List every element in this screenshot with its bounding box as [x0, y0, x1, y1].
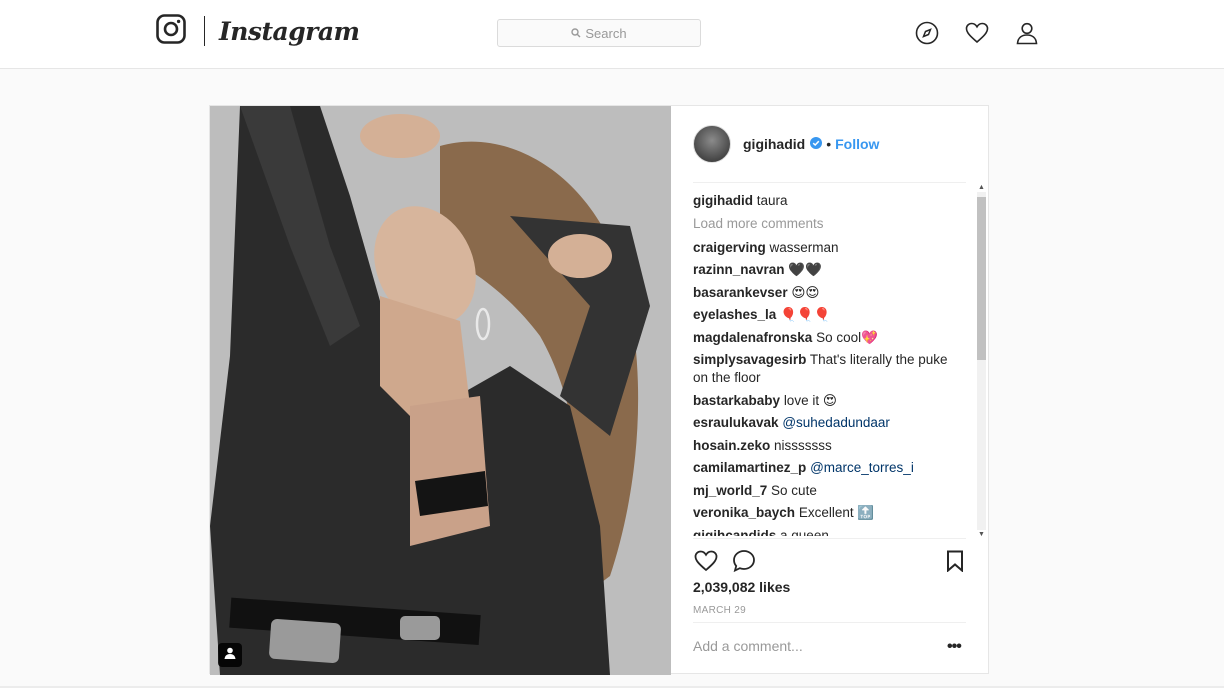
post-photo[interactable] [210, 106, 671, 675]
comment-item: hosain.zeko nisssssss [693, 437, 955, 455]
post-sidebar: gigihadid • Follow gigihadid taura Load … [671, 106, 988, 673]
comment-username[interactable]: craigerving [693, 240, 766, 255]
post-actions [693, 548, 968, 576]
comment-username[interactable]: hosain.zeko [693, 438, 770, 453]
comment-text: a queen [780, 527, 829, 537]
scroll-up-arrow-icon[interactable]: ▲ [977, 184, 986, 192]
comment-item: magdalenafronska So cool💖 [693, 329, 955, 347]
load-more-comments-link[interactable]: Load more comments [693, 215, 955, 233]
activity-heart-icon[interactable] [964, 20, 990, 46]
explore-compass-icon[interactable] [914, 20, 940, 46]
user-tags-button[interactable] [218, 643, 242, 667]
caption: gigihadid taura [693, 192, 955, 210]
comment-item: camilamartinez_p @marce_torres_i [693, 459, 955, 477]
comment-username[interactable]: camilamartinez_p [693, 460, 806, 475]
comment-text: wasserman [769, 239, 839, 255]
comment-item: esraulukavak @suhedadundaar [693, 414, 955, 432]
like-heart-icon[interactable] [693, 548, 719, 574]
comments-list[interactable]: gigihadid taura Load more comments craig… [693, 192, 955, 536]
comment-item: eyelashes_la 🎈🎈🎈 [693, 306, 955, 324]
comment-text: love it 😍 [783, 392, 837, 408]
comment-mention-link[interactable]: @marce_torres_i [810, 460, 914, 475]
comment-item: mj_world_7 So cute [693, 482, 955, 500]
comment-username[interactable]: bastarkababy [693, 393, 780, 408]
comment-item: simplysavagesirb That's literally the pu… [693, 351, 955, 387]
bookmark-icon[interactable] [942, 548, 968, 574]
nav-icons [914, 20, 1064, 46]
comment-text: So cute [771, 482, 817, 498]
post-card: gigihadid • Follow gigihadid taura Load … [209, 105, 989, 675]
author-avatar[interactable] [693, 125, 731, 163]
likes-count[interactable]: 2,039,082 likes [693, 579, 790, 595]
top-navigation-bar: Instagram Search [0, 0, 1224, 69]
author-username[interactable]: gigihadid [743, 136, 805, 152]
add-comment-input[interactable]: Add a comment... [693, 638, 803, 654]
comment-username[interactable]: magdalenafronska [693, 330, 812, 345]
add-comment-divider [693, 622, 966, 623]
search-input[interactable]: Search [497, 19, 701, 47]
comment-item: razinn_navran 🖤🖤 [693, 261, 955, 279]
comment-text: 😍😍 [791, 284, 820, 300]
comment-text: Excellent 🔝 [798, 505, 875, 520]
instagram-wordmark: Instagram [219, 16, 360, 46]
scroll-thumb[interactable] [977, 197, 986, 360]
post-header: gigihadid • Follow [693, 124, 879, 164]
post-photo-illustration [210, 106, 671, 675]
comment-text: nisssssss [774, 437, 832, 453]
caption-text: taura [756, 193, 788, 208]
post-date: MARCH 29 [693, 605, 746, 616]
comment-text: 🎈🎈🎈 [780, 307, 831, 322]
comment-item: basarankevser 😍😍 [693, 284, 955, 302]
logo-divider [204, 16, 205, 46]
comment-username[interactable]: simplysavagesirb [693, 352, 806, 367]
comment-username[interactable]: eyelashes_la [693, 307, 776, 322]
comment-username[interactable]: mj_world_7 [693, 483, 767, 498]
search-placeholder: Search [585, 25, 627, 41]
follow-button[interactable]: Follow [835, 136, 879, 152]
actions-divider [693, 538, 966, 539]
comment-username[interactable]: razinn_navran [693, 262, 785, 277]
scroll-down-arrow-icon[interactable]: ▼ [977, 531, 986, 539]
comment-text: So cool💖 [816, 329, 878, 345]
comment-item: bastarkababy love it 😍 [693, 392, 955, 410]
person-tag-icon [223, 646, 237, 665]
comment-mention-link[interactable]: @suhedadundaar [782, 415, 890, 430]
comment-username[interactable]: veronika_baych [693, 505, 795, 520]
header-separator: • [826, 136, 832, 152]
comment-text: 🖤🖤 [788, 262, 822, 277]
comments-scrollbar[interactable]: ▲ ▼ [975, 184, 987, 539]
header-divider [693, 182, 966, 183]
comment-username[interactable]: basarankevser [693, 285, 788, 300]
profile-person-icon[interactable] [1014, 20, 1040, 46]
comment-item: gigihcandids a queen [693, 527, 955, 537]
verified-badge-icon [810, 136, 823, 152]
comment-username[interactable]: esraulukavak [693, 415, 779, 430]
comment-item: craigerving wasserman [693, 239, 955, 257]
search-icon [571, 26, 585, 41]
more-options-button[interactable]: ••• [947, 638, 962, 656]
comment-bubble-icon[interactable] [731, 548, 757, 574]
caption-username[interactable]: gigihadid [693, 193, 753, 208]
instagram-camera-icon [156, 13, 186, 49]
comment-item: veronika_baych Excellent 🔝 [693, 504, 955, 522]
logo[interactable]: Instagram [156, 13, 360, 49]
comment-username[interactable]: gigihcandids [693, 528, 776, 537]
